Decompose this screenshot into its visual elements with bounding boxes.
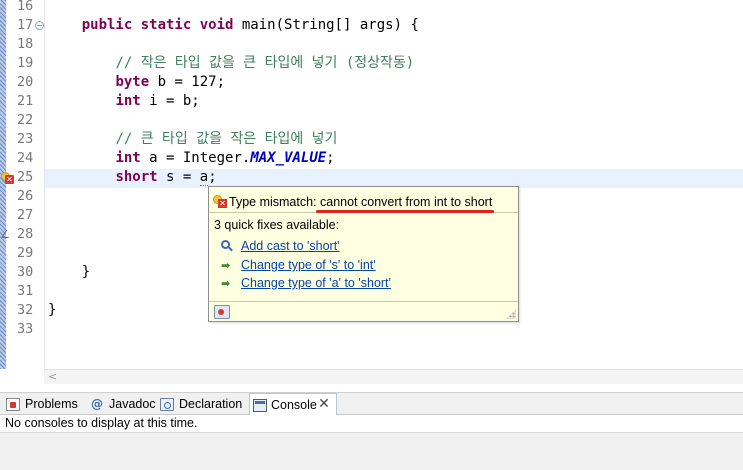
- code-token: i = b;: [140, 93, 200, 109]
- code-token: a = Integer.: [140, 150, 251, 166]
- quick-fix-change-s[interactable]: ➡ Change type of 's' to 'int': [217, 257, 507, 273]
- hover-header: ✕ Type mismatch: cannot convert from int…: [209, 187, 518, 213]
- error-message: Type mismatch: cannot convert from int t…: [229, 195, 492, 209]
- console-background: [0, 432, 743, 470]
- bottom-view-tabs: Problems @ Javadoc Declaration Console ✕: [0, 392, 743, 415]
- code-line[interactable]: int i = b;: [48, 92, 200, 111]
- line-number-gutter: 16 17−18 19 20 21 22 23 24 25 ✕ 26 27 28 ∠ 29 30 31 32 33: [0, 0, 44, 369]
- console-empty-message: No consoles to display at this time.: [5, 416, 198, 430]
- line-number: 27: [17, 207, 34, 223]
- keyword-token: short: [115, 169, 158, 185]
- quick-fix-link[interactable]: Change type of 's' to 'int': [241, 258, 376, 272]
- line-number: 22: [17, 112, 34, 128]
- cast-icon: [221, 240, 237, 253]
- fold-toggle-icon[interactable]: −: [35, 21, 44, 30]
- quick-fix-count: 3 quick fixes available:: [214, 218, 340, 232]
- keyword-token: public static void: [81, 17, 234, 33]
- tab-label: Problems: [25, 397, 78, 411]
- code-editor[interactable]: 16 17−18 19 20 21 22 23 24 25 ✕ 26 27 28 ∠ 29 30 31 32 33 …: [0, 0, 743, 369]
- line-number: 32: [17, 302, 34, 318]
- quick-fix-link[interactable]: Change type of 'a' to 'short': [241, 276, 391, 290]
- line-number: 24: [17, 150, 34, 166]
- gutter-footer: [0, 369, 44, 384]
- code-token: }: [48, 264, 91, 280]
- line-number: 19: [17, 55, 34, 71]
- code-token: ;: [208, 169, 217, 185]
- annotation-underline: [316, 210, 494, 213]
- line-number: 25: [17, 169, 34, 185]
- comment-token: // 작은 타입 값을 큰 타입에 넣기 (정상작동): [115, 55, 415, 71]
- code-token: ;: [326, 150, 335, 166]
- keyword-token: int: [115, 150, 141, 166]
- code-line[interactable]: }: [48, 263, 90, 282]
- quick-fix-hover[interactable]: ✕ Type mismatch: cannot convert from int…: [208, 186, 519, 322]
- line-number: 17: [17, 17, 34, 33]
- change-icon: ➡: [221, 277, 231, 290]
- line-number: 23: [17, 131, 34, 147]
- line-number: 20: [17, 74, 34, 90]
- code-token: main(String[] args) {: [233, 17, 419, 33]
- error-marker-icon[interactable]: ✕: [0, 171, 14, 184]
- line-number: 29: [17, 245, 34, 261]
- code-token: s =: [157, 169, 200, 185]
- line-number: 28: [17, 226, 34, 242]
- code-line[interactable]: public static void main(String[] args) {: [48, 16, 419, 35]
- line-number: 33: [17, 321, 34, 337]
- change-icon: ➡: [221, 259, 231, 272]
- code-token: b = 127;: [149, 74, 226, 90]
- line-number: 31: [17, 283, 34, 299]
- line-number: 16: [17, 0, 34, 14]
- resize-grip[interactable]: [506, 309, 516, 319]
- hover-footer: [209, 301, 518, 321]
- line-number: 21: [17, 93, 34, 109]
- keyword-token: int: [115, 93, 141, 109]
- error-icon: ✕: [213, 195, 227, 208]
- declaration-icon: [160, 398, 174, 411]
- code-line[interactable]: short s = a;: [48, 168, 217, 187]
- quick-fix-change-a[interactable]: ➡ Change type of 'a' to 'short': [217, 275, 507, 291]
- problem-settings-icon[interactable]: [214, 305, 230, 319]
- code-line[interactable]: // 큰 타입 값을 작은 타입에 넣기: [48, 130, 337, 149]
- quick-fix-add-cast[interactable]: Add cast to 'short': [217, 238, 507, 254]
- problems-icon: [6, 398, 20, 411]
- tab-label: Javadoc: [109, 397, 156, 411]
- code-token: }: [48, 302, 57, 318]
- comment-token: // 큰 타입 값을 작은 타입에 넣기: [115, 131, 338, 147]
- line-number: 26: [17, 188, 34, 204]
- quick-fix-link[interactable]: Add cast to 'short': [241, 239, 340, 253]
- tab-javadoc[interactable]: @ Javadoc: [90, 393, 156, 415]
- code-line[interactable]: int a = Integer.MAX_VALUE;: [48, 149, 335, 168]
- error-token: a: [199, 169, 209, 186]
- javadoc-icon: @: [91, 397, 103, 411]
- constant-token: MAX_VALUE: [250, 150, 327, 166]
- close-icon[interactable]: ✕: [317, 393, 331, 415]
- console-icon: [253, 399, 267, 412]
- pane-divider[interactable]: [0, 384, 743, 392]
- keyword-token: byte: [115, 74, 150, 90]
- tab-problems[interactable]: Problems: [6, 393, 84, 415]
- line-number: 18: [17, 36, 34, 52]
- tab-label: Declaration: [179, 397, 243, 411]
- code-line[interactable]: // 작은 타입 값을 큰 타입에 넣기 (정상작동): [48, 54, 414, 73]
- line-number: 30: [17, 264, 34, 280]
- scroll-left-icon[interactable]: <: [48, 370, 57, 384]
- tab-label: Console: [271, 398, 317, 412]
- error-message-prefix: Type mismatch:: [229, 195, 320, 209]
- code-line[interactable]: }: [48, 301, 56, 320]
- code-line[interactable]: byte b = 127;: [48, 73, 225, 92]
- error-message-detail: cannot convert from int to short: [320, 195, 493, 209]
- tab-declaration[interactable]: Declaration: [160, 393, 244, 415]
- horizontal-scrollbar[interactable]: <: [44, 369, 743, 384]
- quick-assist-marker-icon[interactable]: ∠: [0, 229, 12, 241]
